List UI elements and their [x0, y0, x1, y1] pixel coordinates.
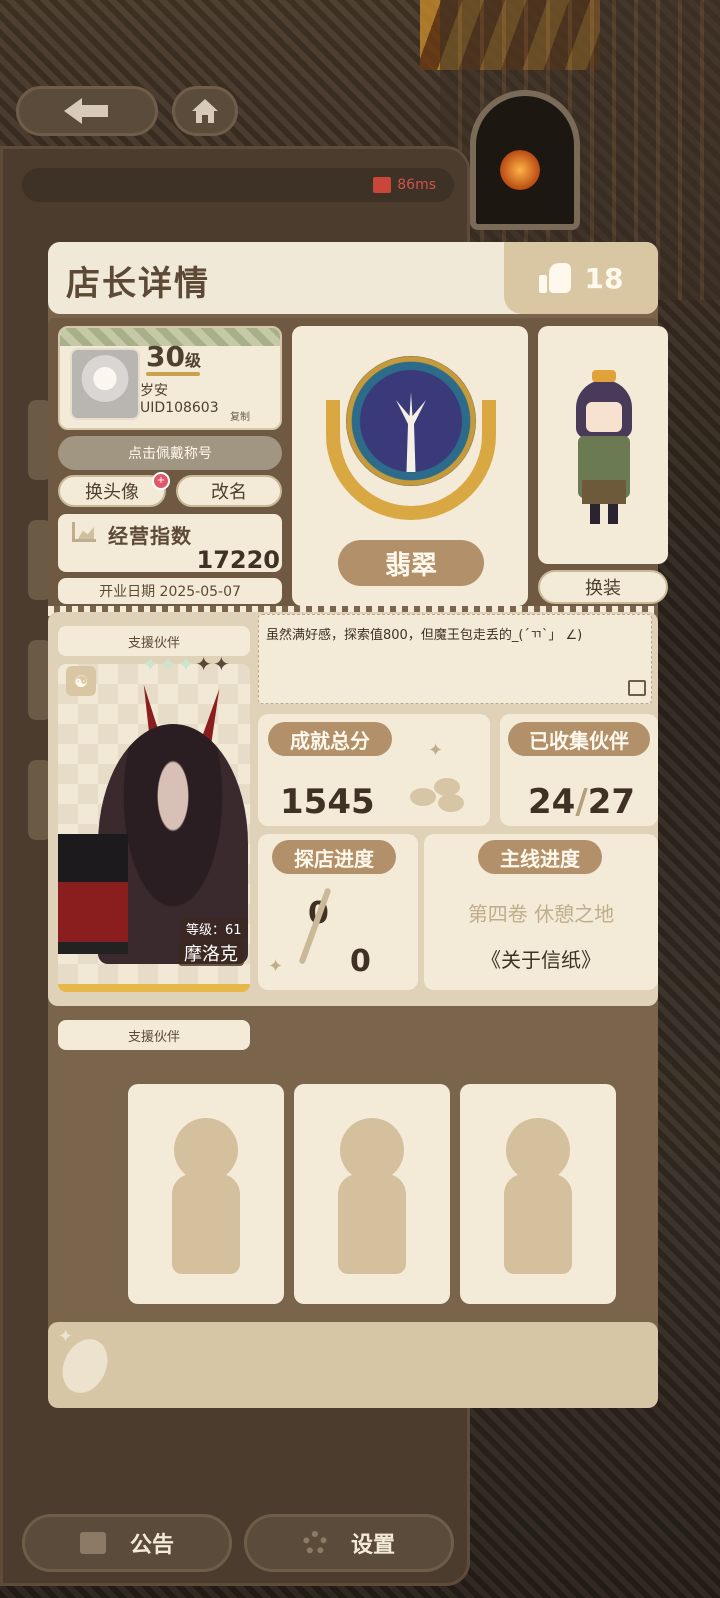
support-slot[interactable]: [460, 1084, 616, 1304]
achievement-value: 1545: [280, 782, 375, 822]
collected-count: 24/27: [528, 782, 636, 822]
partner-sprite: [58, 834, 128, 954]
sparkle-icon: ✦: [428, 740, 444, 761]
back-arrow-icon: [64, 98, 108, 124]
level-underline: [146, 372, 200, 376]
rename-button[interactable]: 改名: [176, 475, 282, 507]
chart-icon: [72, 522, 96, 542]
empty-character-icon: [496, 1118, 580, 1278]
footer-strip: [48, 1322, 658, 1408]
wear-title-button[interactable]: 点击佩戴称号: [58, 436, 282, 470]
partner-name: 摩洛克: [178, 940, 244, 966]
signature-text: 虽然满好感，探索值800，但魔王包走丢的_(´ㄲ`」 ∠): [266, 628, 583, 643]
partner-level: 等级：61: [180, 918, 248, 939]
empty-character-icon: [330, 1118, 414, 1278]
player-uid: UID108603: [140, 400, 219, 416]
fire-icon: [500, 150, 540, 190]
explore-progress-label: 探店进度: [272, 840, 396, 874]
back-button[interactable]: [16, 86, 158, 136]
like-count: 18: [584, 261, 624, 295]
business-index-value: 17220: [196, 546, 281, 574]
sparkle-icon: ✦: [58, 1326, 74, 1347]
explore-progress-bottom: 0: [350, 944, 371, 979]
page-title: 店长详情: [66, 264, 210, 304]
sparkle-icon: ✦: [268, 956, 284, 977]
main-story-chapter: 第四卷 休憩之地: [467, 902, 615, 926]
support-slot[interactable]: [128, 1084, 284, 1304]
gear-icon: [302, 1531, 327, 1555]
support-partner-tag-2: 支援伙伴: [58, 1020, 250, 1050]
collected-label: 已收集伙伴: [508, 722, 650, 756]
home-button[interactable]: [172, 86, 238, 136]
business-index-label: 经营指数: [108, 524, 192, 548]
change-outfit-button[interactable]: 换装: [538, 570, 668, 604]
character-sprite: [568, 370, 640, 530]
partner-class-icon: ☯: [66, 666, 96, 696]
partner-rarity-bar: [58, 984, 250, 992]
settings-label: 设置: [350, 1533, 395, 1558]
main-story-title: 《关于信纸》: [481, 948, 601, 972]
rank-label: 翡翠: [338, 540, 484, 586]
new-badge-dot: +: [152, 472, 170, 490]
notice-label: 公告: [129, 1533, 174, 1558]
partner-stars: ✦✦✦✦✦: [142, 652, 231, 676]
copy-uid-button[interactable]: 复制: [230, 408, 250, 423]
support-slot[interactable]: [294, 1084, 450, 1304]
main-story-label: 主线进度: [478, 840, 602, 874]
settings-button[interactable]: 设置: [244, 1514, 454, 1572]
player-name: 岁安: [140, 383, 168, 399]
achievement-label: 成就总分: [268, 722, 392, 756]
home-icon: [192, 99, 218, 123]
latency-value: 86ms: [397, 177, 436, 193]
like-button[interactable]: 18: [504, 242, 658, 314]
signal-icon: [373, 177, 392, 193]
edit-icon[interactable]: [628, 680, 646, 696]
thumbs-up-icon: [538, 263, 571, 293]
notice-button[interactable]: 公告: [22, 1514, 232, 1572]
open-date: 开业日期 2025-05-07: [58, 578, 282, 604]
avatar[interactable]: [70, 348, 140, 420]
notice-icon: [79, 1532, 106, 1554]
player-level: 30级: [146, 340, 201, 373]
empty-character-icon: [164, 1118, 248, 1278]
change-avatar-button[interactable]: 换头像: [58, 475, 166, 507]
coffee-beans-icon: [410, 770, 470, 812]
latency-indicator: 86ms: [22, 168, 454, 202]
